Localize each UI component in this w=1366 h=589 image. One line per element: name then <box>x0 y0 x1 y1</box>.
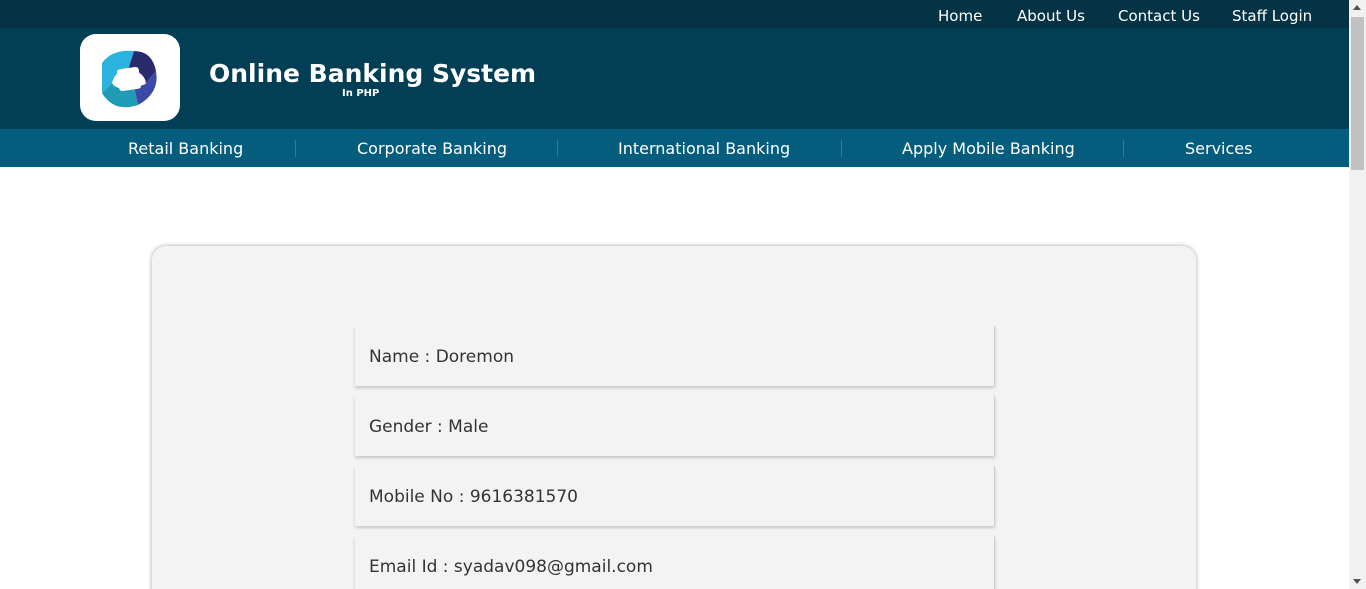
nav-item-international-banking[interactable]: International Banking <box>618 139 790 158</box>
scroll-up-arrow-icon[interactable] <box>1353 5 1361 10</box>
about-us-link[interactable]: About Us <box>1017 7 1085 25</box>
main-nav: Retail Banking Corporate Banking Interna… <box>0 129 1349 167</box>
nav-divider <box>557 140 558 157</box>
bank-logo-icon[interactable] <box>80 34 180 121</box>
nav-item-services[interactable]: Services <box>1185 139 1252 158</box>
profile-card: Name : Doremon Gender : Male Mobile No :… <box>152 246 1196 589</box>
nav-divider <box>295 140 296 157</box>
site-title: Online Banking System <box>209 59 537 88</box>
profile-mobile-text: Mobile No : 9616381570 <box>369 487 578 507</box>
nav-divider <box>841 140 842 157</box>
vertical-scrollbar[interactable] <box>1349 0 1366 589</box>
contact-us-link[interactable]: Contact Us <box>1118 7 1200 25</box>
site-subtitle: In PHP <box>342 88 380 99</box>
profile-field-name: Name : Doremon <box>355 326 995 386</box>
scroll-down-arrow-icon[interactable] <box>1353 579 1361 584</box>
nav-divider <box>1123 140 1124 157</box>
nav-item-apply-mobile-banking[interactable]: Apply Mobile Banking <box>902 139 1075 158</box>
profile-field-mobile: Mobile No : 9616381570 <box>355 466 995 526</box>
profile-name-text: Name : Doremon <box>369 347 514 367</box>
profile-field-gender: Gender : Male <box>355 396 995 456</box>
top-links-bar: Home About Us Contact Us Staff Login <box>0 0 1349 28</box>
page: Home About Us Contact Us Staff Login Onl… <box>0 0 1349 589</box>
profile-field-email: Email Id : syadav098@gmail.com <box>355 536 995 589</box>
profile-gender-text: Gender : Male <box>369 417 489 437</box>
scrollbar-thumb[interactable] <box>1351 17 1364 170</box>
nav-item-corporate-banking[interactable]: Corporate Banking <box>357 139 507 158</box>
home-link[interactable]: Home <box>938 7 982 25</box>
profile-email-text: Email Id : syadav098@gmail.com <box>369 557 653 577</box>
site-header: Online Banking System In PHP <box>0 28 1349 129</box>
nav-item-retail-banking[interactable]: Retail Banking <box>128 139 243 158</box>
staff-login-link[interactable]: Staff Login <box>1232 7 1312 25</box>
